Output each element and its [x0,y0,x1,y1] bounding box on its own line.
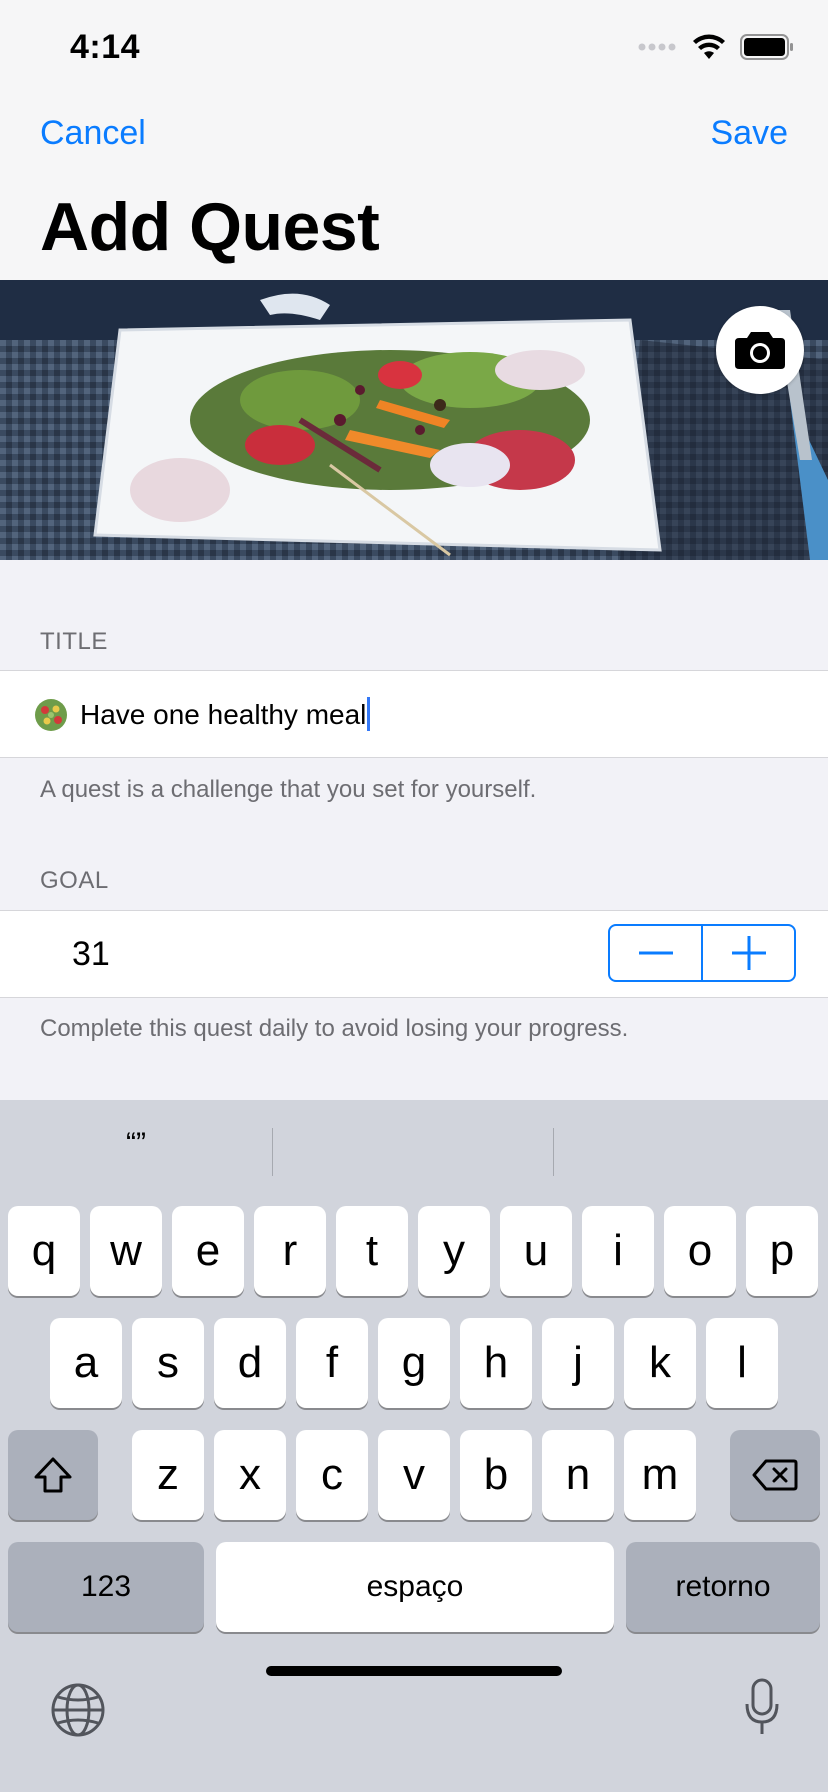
goal-stepper[interactable] [608,924,796,982]
key-v[interactable]: v [378,1430,450,1520]
globe-button[interactable] [50,1682,106,1738]
key-h[interactable]: h [460,1318,532,1408]
key-p[interactable]: p [746,1206,818,1296]
key-q[interactable]: q [8,1206,80,1296]
key-d[interactable]: d [214,1318,286,1408]
shift-icon [34,1457,72,1493]
key-m[interactable]: m [624,1430,696,1520]
key-g[interactable]: g [378,1318,450,1408]
status-icons [638,34,794,60]
plus-icon [731,936,766,970]
signal-icon [638,43,676,51]
numbers-key[interactable]: 123 [8,1542,204,1632]
shift-key[interactable] [8,1430,98,1520]
quest-cover-image [0,280,828,560]
key-f[interactable]: f [296,1318,368,1408]
key-l[interactable]: l [706,1318,778,1408]
key-k[interactable]: k [624,1318,696,1408]
globe-icon [51,1683,105,1737]
save-button[interactable]: Save [711,114,789,153]
microphone-icon [745,1678,779,1734]
key-r[interactable]: r [254,1206,326,1296]
key-e[interactable]: e [172,1206,244,1296]
key-x[interactable]: x [214,1430,286,1520]
backspace-key[interactable] [730,1430,820,1520]
status-time: 4:14 [70,28,141,66]
keyboard: “” q w e r t y u i o p a s d f g h j k l… [0,1100,828,1792]
key-c[interactable]: c [296,1430,368,1520]
cancel-button[interactable]: Cancel [40,114,146,153]
prediction-3[interactable] [554,1114,828,1174]
salad-photo [0,280,828,560]
camera-button[interactable] [716,306,804,394]
key-z[interactable]: z [132,1430,204,1520]
minus-icon [638,951,673,955]
key-s[interactable]: s [132,1318,204,1408]
prediction-2[interactable] [273,1114,553,1174]
status-bar: 4:14 [0,0,828,100]
title-input-text: Have one healthy meal [80,699,367,730]
title-cell[interactable]: Have one healthy meal [0,670,828,758]
key-y[interactable]: y [418,1206,490,1296]
key-j[interactable]: j [542,1318,614,1408]
wifi-icon [693,34,725,59]
microphone-button[interactable] [744,1678,780,1738]
key-w[interactable]: w [90,1206,162,1296]
decrement-button[interactable] [610,926,701,980]
increment-button[interactable] [701,926,794,980]
key-b[interactable]: b [460,1430,532,1520]
text-caret [367,697,371,731]
key-u[interactable]: u [500,1206,572,1296]
goal-cell: 31 [0,910,828,998]
camera-icon [735,332,785,369]
prediction-bar: “” [0,1100,828,1188]
title-input[interactable]: Have one healthy meal [80,697,371,731]
key-t[interactable]: t [336,1206,408,1296]
key-a[interactable]: a [50,1318,122,1408]
space-key[interactable]: espaço [216,1542,614,1632]
backspace-icon [752,1459,798,1491]
prediction-1[interactable]: “” [0,1114,272,1174]
key-o[interactable]: o [664,1206,736,1296]
key-i[interactable]: i [582,1206,654,1296]
title-section-header: TITLE [40,628,108,655]
title-section-footer: A quest is a challenge that you set for … [40,776,537,803]
salad-emoji-icon [35,699,67,731]
return-key[interactable]: retorno [626,1542,820,1632]
goal-section-header: GOAL [40,867,109,894]
navigation-bar: Cancel Save Add Quest [0,100,828,280]
goal-section-footer: Complete this quest daily to avoid losin… [40,1015,629,1042]
home-indicator [266,1666,562,1676]
key-n[interactable]: n [542,1430,614,1520]
page-title: Add Quest [40,189,380,265]
battery-icon [740,34,793,60]
goal-value: 31 [72,935,110,973]
